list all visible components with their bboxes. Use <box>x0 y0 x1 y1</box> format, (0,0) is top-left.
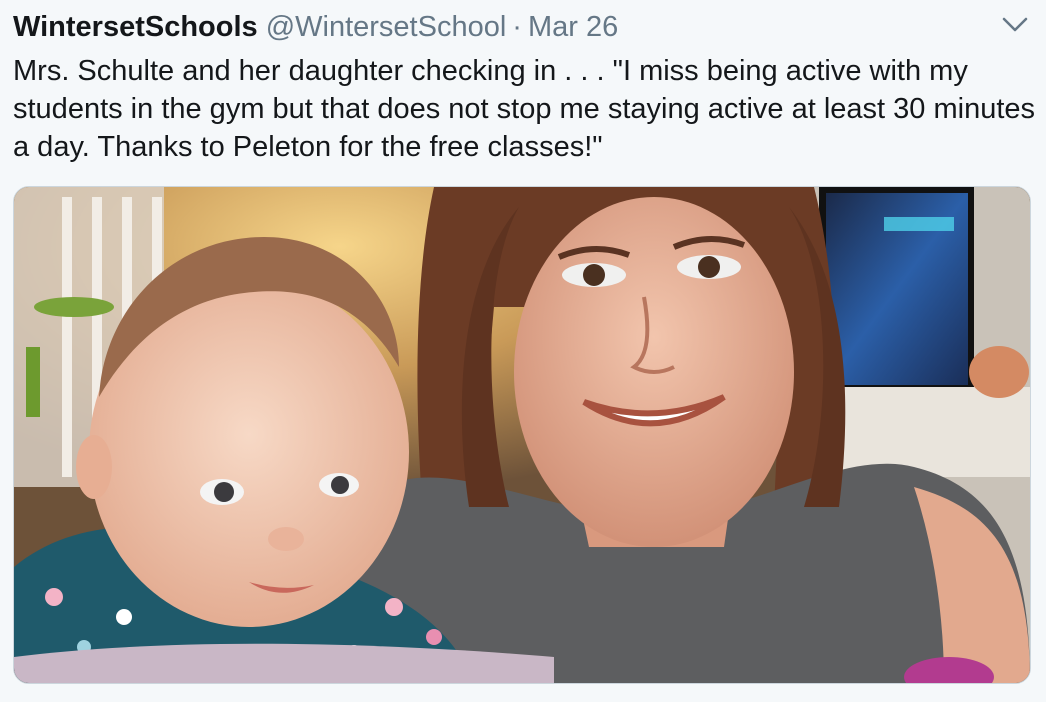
chevron-down-icon[interactable] <box>1000 14 1030 36</box>
tweet-date[interactable]: Mar 26 <box>528 11 618 43</box>
display-name[interactable]: WintersetSchools <box>13 11 258 43</box>
tweet-text: Mrs. Schulte and her daughter checking i… <box>13 55 1036 163</box>
tweet-card[interactable]: WintersetSchools @WintersetSchool · Mar 26 … <box>0 0 1046 702</box>
user-handle[interactable]: @WintersetSchool <box>266 11 507 43</box>
selfie-photo-illustration <box>14 187 1030 683</box>
tweet-photo[interactable] <box>13 186 1031 684</box>
tweet-header: WintersetSchools @WintersetSchool · Mar 26 <box>13 8 986 46</box>
separator-dot: · <box>512 11 522 43</box>
